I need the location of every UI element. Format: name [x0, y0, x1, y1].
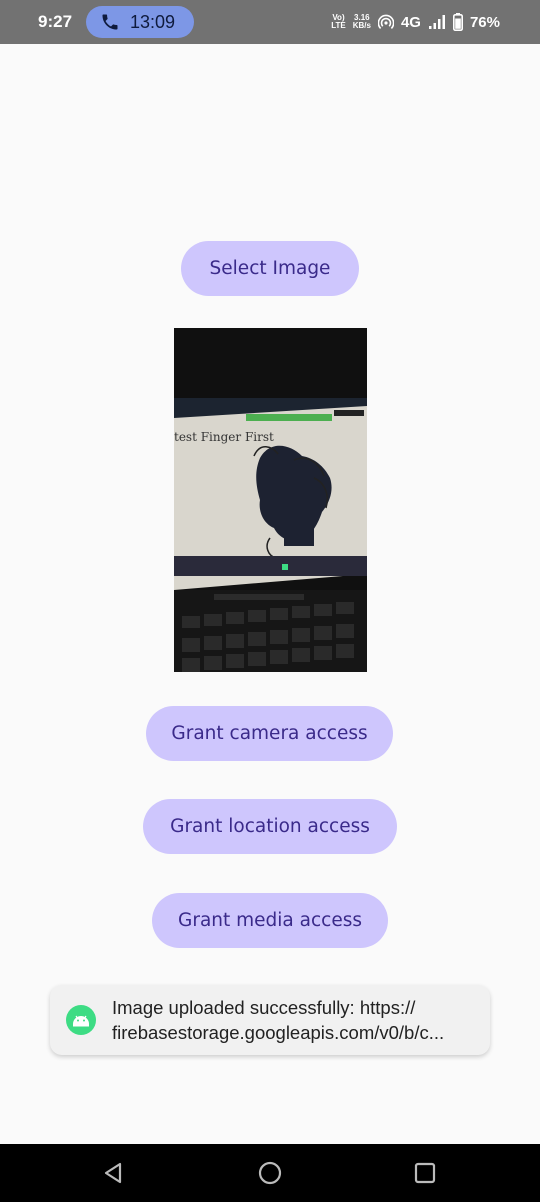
toast-message: Image uploaded successfully: https:// fi… [112, 997, 445, 1043]
slide-text: test Finger First [174, 430, 274, 444]
grant-camera-button[interactable]: Grant camera access [146, 706, 393, 761]
network-speed: 3.16 KB/s [352, 13, 371, 30]
status-time: 9:27 [38, 12, 73, 31]
grant-location-button[interactable]: Grant location access [143, 799, 397, 854]
volte-indicator: Vo) LTE [331, 13, 346, 30]
hotspot-icon [377, 14, 394, 29]
status-icons: Vo) LTE 3.16 KB/s 4G 76% [331, 0, 500, 44]
status-bar: 9:27 13:09 Vo) LTE 3.16 KB/s 4G 76% [0, 0, 540, 44]
recents-icon[interactable] [411, 1159, 439, 1187]
phone-icon [102, 14, 118, 30]
battery-percent: 76% [469, 13, 500, 31]
grant-media-button[interactable]: Grant media access [152, 893, 388, 948]
back-icon[interactable] [100, 1159, 128, 1187]
navigation-bar [0, 1144, 540, 1202]
upload-toast: Image uploaded successfully: https:// fi… [50, 985, 490, 1055]
signal-icon [428, 15, 445, 29]
home-icon[interactable] [256, 1159, 284, 1187]
ongoing-call-chip[interactable]: 13:09 [86, 6, 194, 38]
select-image-button[interactable]: Select Image [181, 241, 359, 296]
battery-icon [452, 13, 463, 31]
selected-image-preview: test Finger First [174, 328, 367, 672]
network-type: 4G [400, 13, 421, 31]
call-timer: 13:09 [130, 12, 176, 32]
android-icon [66, 1005, 96, 1035]
